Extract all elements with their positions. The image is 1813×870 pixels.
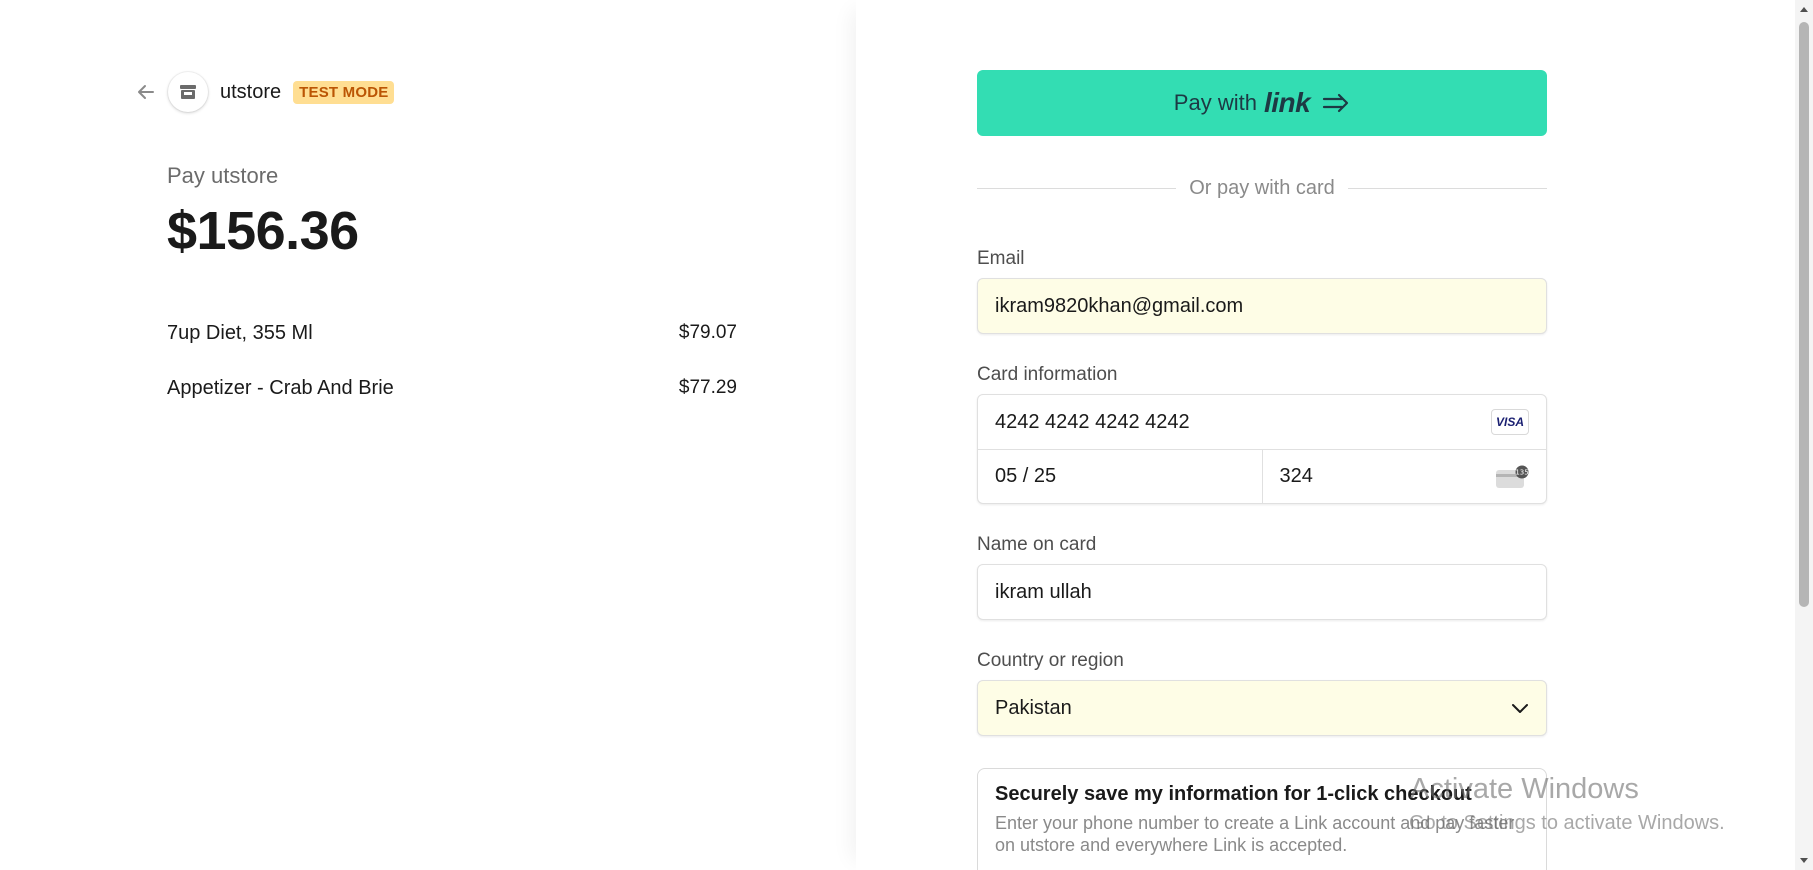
card-number-value: 4242 4242 4242 4242 bbox=[995, 410, 1190, 433]
visa-icon: VISA bbox=[1491, 409, 1529, 435]
merchant-header: utstore TEST MODE bbox=[134, 72, 395, 112]
link-brand: link bbox=[1263, 87, 1311, 118]
order-summary-panel: utstore TEST MODE Pay utstore $156.36 7u… bbox=[0, 0, 856, 870]
merchant-name: utstore bbox=[220, 80, 282, 103]
chevron-down-icon bbox=[1511, 697, 1529, 720]
email-field[interactable]: ikram9820khan@gmail.com bbox=[977, 278, 1547, 334]
save-info-title: Securely save my information for 1-click… bbox=[995, 783, 1472, 805]
or-divider: Or pay with card bbox=[977, 176, 1548, 200]
store-icon bbox=[168, 72, 208, 112]
line-item-name: Appetizer - Crab And Brie bbox=[167, 376, 394, 399]
double-arrow-icon bbox=[1322, 93, 1350, 113]
country-value: Pakistan bbox=[995, 696, 1072, 719]
cvc-field[interactable]: 324 135 bbox=[1261, 450, 1547, 503]
back-arrow-icon[interactable] bbox=[134, 80, 158, 104]
scrollbar-thumb[interactable] bbox=[1799, 22, 1809, 607]
pay-label: Pay utstore bbox=[167, 163, 279, 188]
expiry-value: 05 / 25 bbox=[995, 465, 1057, 487]
payment-form-panel: Pay with link Or pay with card Email ikr… bbox=[856, 0, 1795, 870]
test-mode-badge: TEST MODE bbox=[293, 80, 395, 104]
cvc-hint-text: 135 bbox=[1515, 468, 1528, 476]
total-amount: $156.36 bbox=[167, 201, 359, 261]
divider-line bbox=[1347, 187, 1548, 189]
scroll-down-icon[interactable] bbox=[1798, 855, 1810, 867]
email-value: ikram9820khan@gmail.com bbox=[995, 294, 1244, 317]
divider-line bbox=[977, 187, 1177, 189]
line-item: 7up Diet, 355 Ml $79.07 bbox=[167, 318, 737, 348]
cvc-value: 324 bbox=[1279, 465, 1313, 487]
name-on-card-value: ikram ullah bbox=[995, 580, 1092, 603]
line-items: 7up Diet, 355 Ml $79.07 Appetizer - Crab… bbox=[167, 318, 737, 428]
line-item-price: $77.29 bbox=[678, 377, 737, 398]
cvc-card-icon: 135 bbox=[1495, 465, 1529, 489]
card-information-group: 4242 4242 4242 4242 VISA 05 / 25 324 135 bbox=[977, 394, 1547, 504]
card-number-field[interactable]: 4242 4242 4242 4242 VISA bbox=[978, 395, 1546, 449]
payment-form: Pay with link Or pay with card Email ikr… bbox=[977, 70, 1548, 870]
divider-text: Or pay with card bbox=[1189, 176, 1335, 199]
email-label: Email bbox=[977, 248, 1025, 269]
country-label: Country or region bbox=[977, 650, 1124, 671]
pay-with-label: Pay with bbox=[1173, 90, 1257, 115]
line-item-name: 7up Diet, 355 Ml bbox=[167, 321, 313, 344]
line-item-price: $79.07 bbox=[678, 322, 737, 343]
pay-with-link-button[interactable]: Pay with link bbox=[977, 70, 1547, 136]
save-info-description: Enter your phone number to create a Link… bbox=[995, 813, 1515, 855]
line-item: Appetizer - Crab And Brie $77.29 bbox=[167, 373, 737, 403]
name-on-card-field[interactable]: ikram ullah bbox=[977, 564, 1547, 620]
name-on-card-label: Name on card bbox=[977, 534, 1097, 555]
vertical-scrollbar[interactable] bbox=[1795, 0, 1813, 870]
country-select[interactable]: Pakistan bbox=[977, 680, 1547, 736]
scroll-up-icon[interactable] bbox=[1798, 3, 1810, 15]
expiry-field[interactable]: 05 / 25 bbox=[978, 450, 1262, 503]
card-info-label: Card information bbox=[977, 364, 1118, 385]
save-info-box[interactable]: Securely save my information for 1-click… bbox=[977, 768, 1547, 870]
